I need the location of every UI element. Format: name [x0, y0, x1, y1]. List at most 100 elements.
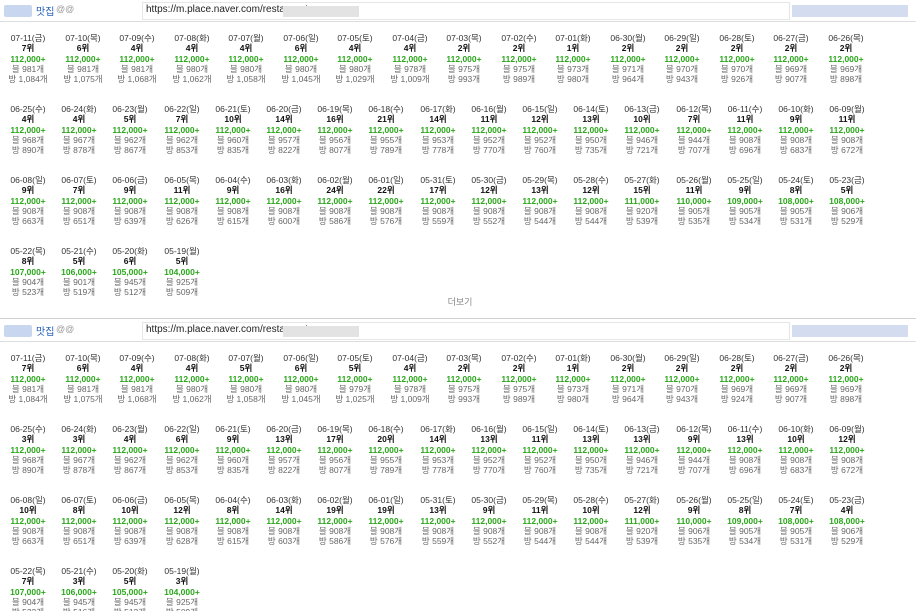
day-visitor-count: 112,000+	[522, 124, 558, 135]
day-visit-review-count: 방 544개	[523, 216, 557, 227]
day-visit-review-count: 방 890개	[11, 465, 45, 476]
rank-day-cell: 05-27(화) 15위 111,000+ 블 920개 방 539개	[616, 175, 668, 226]
rank-day-cell: 06-25(수) 3위 112,000+ 블 968개 방 890개	[2, 424, 54, 476]
day-blog-review-count: 블 908개	[267, 205, 301, 216]
day-visit-review-count: 방 822개	[267, 145, 301, 156]
day-blog-review-count: 블 945개	[113, 596, 147, 607]
day-date: 05-29(목)	[522, 495, 558, 505]
day-visitor-count: 108,000+	[778, 515, 814, 526]
day-blog-review-count: 블 955개	[369, 454, 403, 465]
day-visit-review-count: 방 1,025개	[335, 394, 375, 405]
day-visit-review-count: 방 696개	[728, 465, 762, 476]
place-name[interactable]: 맛집	[36, 3, 54, 18]
day-blog-review-count: 블 953개	[421, 454, 455, 465]
day-date: 06-15(일)	[522, 104, 558, 114]
day-rank: 10위	[19, 505, 37, 516]
day-date: 05-23(금)	[829, 495, 865, 505]
day-blog-review-count: 블 980개	[229, 63, 263, 74]
day-rank: 10위	[121, 505, 139, 516]
day-blog-review-count: 블 945개	[62, 596, 96, 607]
day-visitor-count: 112,000+	[228, 373, 264, 384]
day-rank: 4위	[185, 363, 199, 374]
day-visit-review-count: 방 1,068개	[117, 394, 157, 405]
rank-day-cell: 05-22(목)7위107,000+블 904개방 523개	[2, 566, 54, 611]
rank-day-cell: 07-05(토) 5위 112,000+ 블 979개 방 1,025개	[329, 353, 381, 405]
day-date: 06-12(목)	[676, 424, 712, 434]
day-visit-review-count: 방 1,058개	[226, 394, 266, 405]
rank-day-cell: 06-29(일) 2위 112,000+ 블 970개 방 943개	[656, 353, 708, 404]
rank-day-cell: 07-03(목) 2위 112,000+ 블 975개 방 993개	[438, 353, 490, 404]
day-blog-review-count: 블 957개	[267, 134, 301, 145]
day-blog-review-count: 블 901개	[62, 276, 96, 287]
rank-day-cell: 06-23(월) 4위 112,000+ 블 962개 방 867개	[104, 424, 156, 476]
day-rank: 2위	[512, 43, 526, 54]
day-rank: 12위	[531, 114, 549, 125]
day-visit-review-count: 방 672개	[830, 465, 864, 476]
day-date: 07-09(수)	[119, 33, 155, 43]
day-visitor-count: 112,000+	[719, 53, 755, 64]
day-rank: 9위	[123, 185, 137, 196]
day-visit-review-count: 방 1,009개	[390, 394, 430, 405]
day-blog-review-count: 블 968개	[11, 134, 45, 145]
rank-day-cell: 06-29(일) 2위 112,000+ 블 970개 방 943개	[656, 33, 708, 84]
day-visitor-count: 112,000+	[164, 444, 200, 455]
day-visit-review-count: 방 509개	[165, 287, 199, 298]
day-rank: 9위	[687, 505, 701, 516]
rank-day-cell: 07-02(수) 2위 112,000+ 블 975개 방 989개	[493, 353, 545, 404]
day-visit-review-count: 방 770개	[472, 145, 506, 156]
day-blog-review-count: 블 970개	[665, 383, 699, 394]
day-date: 07-03(목)	[446, 33, 482, 43]
day-visitor-count: 112,000+	[10, 444, 46, 455]
day-visitor-count: 104,000+	[164, 586, 200, 597]
day-visitor-count: 112,000+	[112, 124, 148, 135]
day-date: 06-16(월)	[471, 104, 507, 114]
place-badge: @@	[56, 324, 75, 334]
day-blog-review-count: 블 908개	[62, 525, 96, 536]
day-rank: 2위	[784, 43, 798, 54]
day-rank: 19위	[377, 505, 395, 516]
day-visitor-count: 112,000+	[317, 515, 353, 526]
rank-day-cell: 06-01(일) 19위 112,000+ 블 908개 방 576개	[360, 495, 412, 546]
day-blog-review-count: 블 978개	[393, 383, 427, 394]
day-rank: 3위	[175, 576, 189, 587]
day-rank: 8위	[72, 505, 86, 516]
day-date: 06-08(일)	[10, 175, 46, 185]
day-rank: 11위	[838, 114, 856, 125]
rank-day-cell: 06-02(월) 19위 112,000+ 블 908개 방 586개	[309, 495, 361, 546]
day-visitor-count: 112,000+	[664, 373, 700, 384]
day-blog-review-count: 블 905개	[779, 525, 813, 536]
more-button[interactable]: 더보기	[430, 295, 490, 308]
day-visit-review-count: 방 1,009개	[390, 74, 430, 85]
rank-day-cell: 05-24(토) 7위 108,000+ 블 905개 방 531개	[770, 495, 822, 546]
day-visitor-count: 112,000+	[446, 53, 482, 64]
day-rank: 14위	[275, 114, 293, 125]
day-date: 05-31(토)	[420, 495, 456, 505]
day-visit-review-count: 방 789개	[369, 145, 403, 156]
day-rank: 10위	[582, 505, 600, 516]
rank-day-cell: 07-04(금) 4위 112,000+ 블 978개 방 1,009개	[384, 353, 436, 405]
day-visitor-count: 112,000+	[61, 444, 97, 455]
day-date: 06-16(월)	[471, 424, 507, 434]
day-rank: 3위	[21, 434, 35, 445]
day-blog-review-count: 블 908개	[369, 525, 403, 536]
day-rank: 7위	[21, 576, 35, 587]
day-visit-review-count: 방 1,062개	[172, 394, 212, 405]
day-visit-review-count: 방 576개	[369, 216, 403, 227]
day-visit-review-count: 방 552개	[472, 216, 506, 227]
day-visit-review-count: 방 778개	[421, 145, 455, 156]
day-blog-review-count: 블 979개	[338, 383, 372, 394]
place-name[interactable]: 맛집	[36, 323, 54, 338]
day-visitor-count: 112,000+	[392, 373, 428, 384]
day-blog-review-count: 블 962개	[165, 454, 199, 465]
rank-day-cell: 07-10(목) 6위 112,000+ 블 981개 방 1,075개	[57, 353, 109, 404]
day-date: 06-23(월)	[112, 104, 148, 114]
day-visit-review-count: 방 867개	[113, 465, 147, 476]
day-blog-review-count: 블 908개	[574, 525, 608, 536]
rank-day-cell: 05-22(목) 8위 107,000+ 블 904개 방 523개	[2, 246, 54, 297]
redacted-thumbnail	[4, 5, 32, 17]
day-rank: 14위	[429, 114, 447, 125]
day-visit-review-count: 방 770개	[472, 465, 506, 476]
day-rank: 12위	[480, 185, 498, 196]
day-rank: 8위	[789, 185, 803, 196]
day-visit-review-count: 방 529개	[830, 536, 864, 547]
